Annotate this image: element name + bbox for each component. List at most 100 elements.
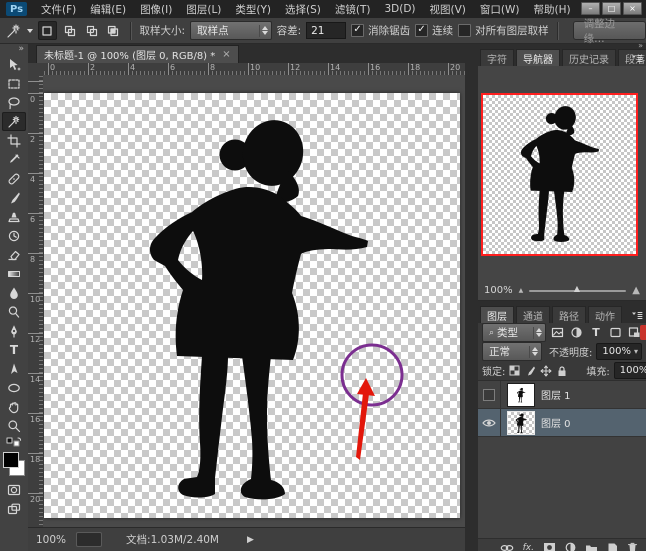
new-selection-button[interactable] bbox=[38, 21, 57, 40]
delete-layer-icon[interactable] bbox=[627, 542, 638, 551]
spot-healing-brush-tool[interactable] bbox=[2, 169, 26, 188]
layer-thumbnail[interactable] bbox=[507, 383, 535, 407]
quick-mask-button[interactable] bbox=[2, 480, 26, 499]
visibility-toggle[interactable] bbox=[478, 381, 501, 408]
filter-on-off-toggle[interactable] bbox=[640, 325, 646, 340]
menu-layer[interactable]: 图层(L) bbox=[179, 0, 228, 19]
refine-edge-button[interactable]: 调整边缘… bbox=[573, 21, 646, 40]
filter-type-dropdown[interactable]: ⌕ 类型 bbox=[482, 323, 546, 342]
history-brush-tool[interactable] bbox=[2, 226, 26, 245]
maximize-button[interactable]: □ bbox=[602, 2, 621, 15]
magic-wand-icon[interactable] bbox=[6, 23, 22, 39]
layer-name[interactable]: 图层 1 bbox=[541, 387, 571, 402]
menu-type[interactable]: 类型(Y) bbox=[228, 0, 278, 19]
menu-3d[interactable]: 3D(D) bbox=[377, 1, 422, 17]
lock-pixels-icon[interactable] bbox=[524, 363, 536, 379]
menu-image[interactable]: 图像(I) bbox=[133, 0, 179, 19]
foreground-background-swatches[interactable] bbox=[3, 452, 25, 476]
layer-thumbnail[interactable] bbox=[507, 411, 535, 435]
status-proxy-box[interactable] bbox=[76, 532, 102, 547]
menu-file[interactable]: 文件(F) bbox=[34, 0, 83, 19]
navigator-preview[interactable] bbox=[481, 93, 638, 256]
brush-tool[interactable] bbox=[2, 188, 26, 207]
gradient-tool[interactable] bbox=[2, 264, 26, 283]
menu-filter[interactable]: 滤镜(T) bbox=[328, 0, 378, 19]
sample-all-layers-option[interactable]: 对所有图层取样 bbox=[458, 23, 549, 38]
fill-value-box[interactable]: 100% ▾ bbox=[614, 362, 646, 379]
eraser-tool[interactable] bbox=[2, 245, 26, 264]
layer-style-icon[interactable]: fx. bbox=[523, 543, 534, 551]
anti-alias-checkbox[interactable]: ✓ bbox=[351, 24, 364, 37]
intersect-selection-button[interactable] bbox=[105, 22, 122, 39]
zoom-level-field[interactable]: 100% bbox=[36, 534, 66, 546]
tab-character[interactable]: 字符 bbox=[480, 49, 514, 66]
filter-type-layers-icon[interactable]: T bbox=[588, 325, 603, 341]
dock-collapse-icon[interactable]: » bbox=[638, 41, 643, 50]
type-tool[interactable]: T bbox=[2, 340, 26, 359]
tab-actions[interactable]: 动作 bbox=[588, 306, 622, 323]
new-layer-icon[interactable] bbox=[607, 542, 618, 551]
hand-tool[interactable] bbox=[2, 397, 26, 416]
link-layers-icon[interactable] bbox=[500, 544, 514, 551]
menu-select[interactable]: 选择(S) bbox=[278, 0, 328, 19]
contiguous-option[interactable]: ✓ 连续 bbox=[415, 23, 453, 38]
menu-help[interactable]: 帮助(H) bbox=[527, 0, 578, 19]
minimize-button[interactable]: – bbox=[581, 2, 600, 15]
add-to-selection-button[interactable] bbox=[62, 22, 79, 39]
foreground-color-swatch[interactable] bbox=[3, 452, 19, 468]
panel-menu-icon[interactable] bbox=[631, 54, 643, 63]
blur-tool[interactable] bbox=[2, 283, 26, 302]
blend-mode-dropdown[interactable]: 正常 bbox=[482, 342, 542, 361]
eyedropper-tool[interactable] bbox=[2, 150, 26, 169]
panel-menu-icon[interactable] bbox=[631, 311, 643, 320]
filter-shape-layers-icon[interactable] bbox=[608, 325, 623, 341]
toolbar-collapse-icon[interactable]: » bbox=[0, 44, 28, 55]
filter-adjustment-layers-icon[interactable] bbox=[569, 325, 584, 341]
tab-history[interactable]: 历史记录 bbox=[562, 49, 616, 66]
subtract-from-selection-button[interactable] bbox=[83, 22, 100, 39]
menu-window[interactable]: 窗口(W) bbox=[473, 0, 527, 19]
hidden-eye-box[interactable] bbox=[483, 389, 495, 401]
new-group-icon[interactable] bbox=[585, 543, 598, 551]
rectangular-marquee-tool[interactable] bbox=[2, 74, 26, 93]
tool-preset-caret-icon[interactable] bbox=[27, 29, 33, 33]
dodge-tool[interactable] bbox=[2, 302, 26, 321]
lasso-tool[interactable] bbox=[2, 93, 26, 112]
crop-tool[interactable] bbox=[2, 131, 26, 150]
layer-name[interactable]: 图层 0 bbox=[541, 415, 571, 430]
slider-thumb-icon[interactable]: ▲ bbox=[574, 284, 580, 293]
menu-edit[interactable]: 编辑(E) bbox=[83, 0, 133, 19]
tab-navigator[interactable]: 导航器 bbox=[516, 49, 560, 66]
menu-view[interactable]: 视图(V) bbox=[423, 0, 473, 19]
shape-tool[interactable] bbox=[2, 378, 26, 397]
contiguous-checkbox[interactable]: ✓ bbox=[415, 24, 428, 37]
sample-all-layers-checkbox[interactable] bbox=[458, 24, 471, 37]
adjustment-layer-icon[interactable] bbox=[565, 542, 576, 551]
screen-mode-button[interactable] bbox=[2, 499, 26, 518]
close-button[interactable]: × bbox=[623, 2, 642, 15]
swap-colors-icon[interactable] bbox=[2, 435, 26, 449]
magic-wand-tool[interactable] bbox=[2, 112, 26, 131]
navigator-zoom-value[interactable]: 100% bbox=[484, 285, 513, 296]
status-options-arrow-icon[interactable]: ▶ bbox=[247, 535, 254, 545]
layer-row-0[interactable]: 图层 0 bbox=[478, 409, 646, 437]
lock-position-icon[interactable] bbox=[540, 363, 552, 379]
lock-all-icon[interactable] bbox=[556, 363, 568, 379]
path-selection-tool[interactable] bbox=[2, 359, 26, 378]
tab-layers[interactable]: 图层 bbox=[480, 306, 514, 323]
tab-paths[interactable]: 路径 bbox=[552, 306, 586, 323]
pasteboard[interactable] bbox=[43, 75, 465, 527]
pen-tool[interactable] bbox=[2, 321, 26, 340]
tab-close-icon[interactable]: × bbox=[222, 49, 230, 60]
vertical-ruler[interactable]: 0 2 4 6 8 10 12 14 16 18 20 bbox=[28, 75, 44, 527]
lock-transparency-icon[interactable] bbox=[509, 363, 520, 379]
tab-channels[interactable]: 通道 bbox=[516, 306, 550, 323]
zoom-tool[interactable] bbox=[2, 416, 26, 435]
opacity-value-box[interactable]: 100% ▾ bbox=[596, 343, 642, 360]
document-canvas[interactable] bbox=[44, 93, 460, 518]
filter-pixel-layers-icon[interactable] bbox=[550, 325, 565, 341]
sample-size-dropdown[interactable]: 取样点 bbox=[190, 21, 271, 40]
move-tool[interactable] bbox=[2, 55, 26, 74]
document-tab[interactable]: 未标题-1 @ 100% (图层 0, RGB/8) * × bbox=[36, 45, 239, 63]
layer-row-1[interactable]: 图层 1 bbox=[478, 381, 646, 409]
